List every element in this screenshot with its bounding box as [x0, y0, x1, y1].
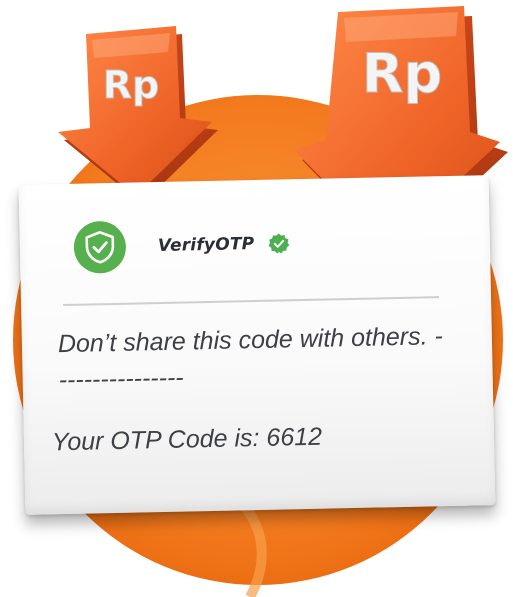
- otp-notification-card: VerifyOTP Don’t share this code with oth…: [18, 175, 496, 515]
- svg-text:Rp: Rp: [103, 63, 159, 107]
- app-name: VerifyOTP: [157, 234, 255, 257]
- divider: [63, 296, 440, 307]
- notification-header: VerifyOTP: [73, 217, 290, 274]
- otp-code-line: Your OTP Code is: 6612: [51, 422, 323, 457]
- shield-check-icon: [73, 220, 127, 274]
- verified-badge-icon: [268, 232, 290, 254]
- svg-text:Rp: Rp: [362, 42, 442, 105]
- warning-message: Don’t share this code with others. -----…: [57, 322, 444, 395]
